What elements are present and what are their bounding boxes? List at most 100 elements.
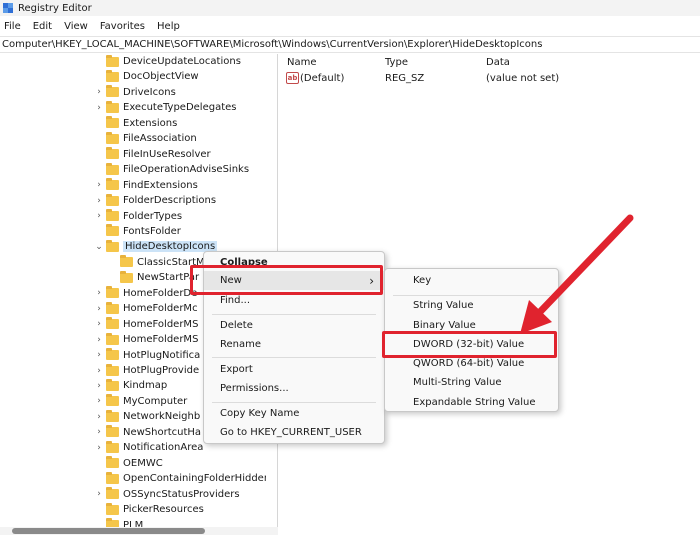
chevron-right-icon xyxy=(94,147,104,162)
value-name: (Default) xyxy=(300,73,345,84)
tree-horizontal-scrollbar[interactable] xyxy=(0,527,278,535)
value-row-default[interactable]: ab (Default) REG_SZ (value not set) xyxy=(281,71,700,88)
tree-item-label: DriveIcons xyxy=(123,86,176,98)
submenu-item-binary-value[interactable]: Binary Value xyxy=(385,316,558,335)
key-label: Key xyxy=(413,275,432,286)
tree-item[interactable]: › FolderTypes xyxy=(94,209,182,224)
menu-item-copy-key-name[interactable]: Copy Key Name xyxy=(204,404,384,423)
menu-file[interactable]: File xyxy=(0,21,28,32)
submenu-item-dword-value[interactable]: DWORD (32-bit) Value xyxy=(385,335,558,354)
folder-icon xyxy=(106,456,119,469)
chevron-right-icon[interactable]: › xyxy=(94,209,104,224)
menu-item-new[interactable]: New › xyxy=(204,271,384,290)
chevron-right-icon[interactable]: › xyxy=(94,332,104,347)
address-path[interactable]: Computer\HKEY_LOCAL_MACHINE\SOFTWARE\Mic… xyxy=(2,39,542,50)
chevron-right-icon[interactable]: › xyxy=(94,301,104,316)
chevron-right-icon[interactable]: › xyxy=(94,286,104,301)
tree-item[interactable]: Extensions xyxy=(94,116,177,131)
tree-item[interactable]: OEMWC xyxy=(94,456,163,471)
folder-icon xyxy=(106,286,119,299)
tree-item[interactable]: FileOperationAdviseSinks xyxy=(94,162,249,177)
tree-item[interactable]: OpenContainingFolderHiddenLis xyxy=(94,471,266,486)
tree-item-label: HomeFolderMc xyxy=(123,303,198,315)
submenu-item-string-value[interactable]: String Value xyxy=(385,296,558,315)
folder-icon xyxy=(106,54,119,67)
column-type[interactable]: Type xyxy=(385,57,408,68)
tree-item[interactable]: PickerResources xyxy=(94,502,204,517)
tree-item[interactable]: FileAssociation xyxy=(94,131,197,146)
tree-item[interactable]: › HomeFolderDe xyxy=(94,286,197,301)
tree-item-label: PickerResources xyxy=(123,504,204,516)
tree-item[interactable]: › HotPlugNotifica xyxy=(94,348,200,363)
menu-item-delete[interactable]: Delete xyxy=(204,316,384,335)
tree-item[interactable]: PLM xyxy=(94,518,143,527)
menu-item-rename[interactable]: Rename xyxy=(204,335,384,354)
tree-item[interactable]: › OSSyncStatusProviders xyxy=(94,487,240,502)
menu-item-go-to-hkcu[interactable]: Go to HKEY_CURRENT_USER xyxy=(204,423,384,442)
chevron-right-icon[interactable]: › xyxy=(94,85,104,100)
tree-item-label: HotPlugNotifica xyxy=(123,349,201,361)
chevron-right-icon[interactable]: › xyxy=(94,487,104,502)
tree-item[interactable]: ⌄ HideDesktopIcons xyxy=(94,239,218,254)
tree-item-label: HideDesktopIcons xyxy=(123,241,218,253)
folder-icon xyxy=(120,255,133,268)
chevron-right-icon[interactable]: › xyxy=(94,363,104,378)
tree-item[interactable]: › FindExtensions xyxy=(94,178,198,193)
folder-icon xyxy=(106,409,119,422)
menu-separator xyxy=(212,357,376,358)
tree-item[interactable]: ClassicStartM xyxy=(108,255,205,270)
chevron-right-icon[interactable]: › xyxy=(94,409,104,424)
menu-view[interactable]: View xyxy=(59,21,95,32)
tree-item[interactable]: FileInUseResolver xyxy=(94,147,211,162)
chevron-right-icon[interactable]: › xyxy=(94,317,104,332)
folder-icon xyxy=(106,239,119,252)
chevron-down-icon[interactable]: ⌄ xyxy=(94,239,104,254)
tree-item[interactable]: › DriveIcons xyxy=(94,85,176,100)
tree-item[interactable]: › HomeFolderMS xyxy=(94,317,198,332)
submenu-item-multi-string-value[interactable]: Multi-String Value xyxy=(385,373,558,392)
tree-item-label: FileInUseResolver xyxy=(123,148,211,160)
tree-item[interactable]: DocObjectView xyxy=(94,69,199,84)
column-name[interactable]: Name xyxy=(287,57,317,68)
qword-value-label: QWORD (64-bit) Value xyxy=(413,358,525,369)
copy-key-name-label: Copy Key Name xyxy=(220,408,300,419)
chevron-right-icon[interactable]: › xyxy=(94,440,104,455)
chevron-right-icon[interactable]: › xyxy=(94,425,104,440)
chevron-right-icon[interactable]: › xyxy=(94,348,104,363)
menu-favorites[interactable]: Favorites xyxy=(95,21,152,32)
tree-item[interactable]: › ExecuteTypeDelegates xyxy=(94,100,237,115)
chevron-right-icon[interactable]: › xyxy=(94,178,104,193)
chevron-right-icon xyxy=(94,54,104,69)
tree-item[interactable]: DeviceUpdateLocations xyxy=(94,54,241,69)
menu-help[interactable]: Help xyxy=(152,21,187,32)
menu-edit[interactable]: Edit xyxy=(28,21,59,32)
menu-item-permissions[interactable]: Permissions... xyxy=(204,379,384,398)
column-data[interactable]: Data xyxy=(486,57,510,68)
chevron-right-icon[interactable]: › xyxy=(94,100,104,115)
chevron-right-icon[interactable]: › xyxy=(94,193,104,208)
tree-item[interactable]: › NetworkNeighb xyxy=(94,409,200,424)
chevron-right-icon[interactable]: › xyxy=(94,394,104,409)
tree-item[interactable]: › Kindmap xyxy=(94,378,167,393)
chevron-right-icon xyxy=(94,131,104,146)
submenu-item-expandable-string-value[interactable]: Expandable String Value xyxy=(385,393,558,412)
tree-item[interactable]: › HotPlugProvide xyxy=(94,363,199,378)
menu-item-collapse[interactable]: Collapse xyxy=(204,253,384,272)
scrollbar-thumb[interactable] xyxy=(12,528,205,534)
submenu-item-key[interactable]: Key xyxy=(385,271,558,290)
menu-item-export[interactable]: Export xyxy=(204,360,384,379)
tree-item-label: Kindmap xyxy=(123,380,168,392)
tree-item-label: HotPlugProvide xyxy=(123,365,200,376)
tree-item[interactable]: NewStartPar xyxy=(108,270,199,285)
tree-item[interactable]: › HomeFolderMc xyxy=(94,301,198,316)
tree-item[interactable]: › HomeFolderMS xyxy=(94,332,198,347)
chevron-right-icon[interactable]: › xyxy=(94,378,104,393)
tree-item[interactable]: › NotificationArea xyxy=(94,440,203,455)
tree-item[interactable]: › FolderDescriptions xyxy=(94,193,216,208)
submenu-item-qword-value[interactable]: QWORD (64-bit) Value xyxy=(385,354,558,373)
tree-item[interactable]: FontsFolder xyxy=(94,224,181,239)
tree-item[interactable]: › MyComputer xyxy=(94,394,187,409)
menu-item-find[interactable]: Find... xyxy=(204,291,384,310)
tree-item[interactable]: › NewShortcutHa xyxy=(94,425,201,440)
address-bar[interactable]: Computer\HKEY_LOCAL_MACHINE\SOFTWARE\Mic… xyxy=(0,36,700,53)
